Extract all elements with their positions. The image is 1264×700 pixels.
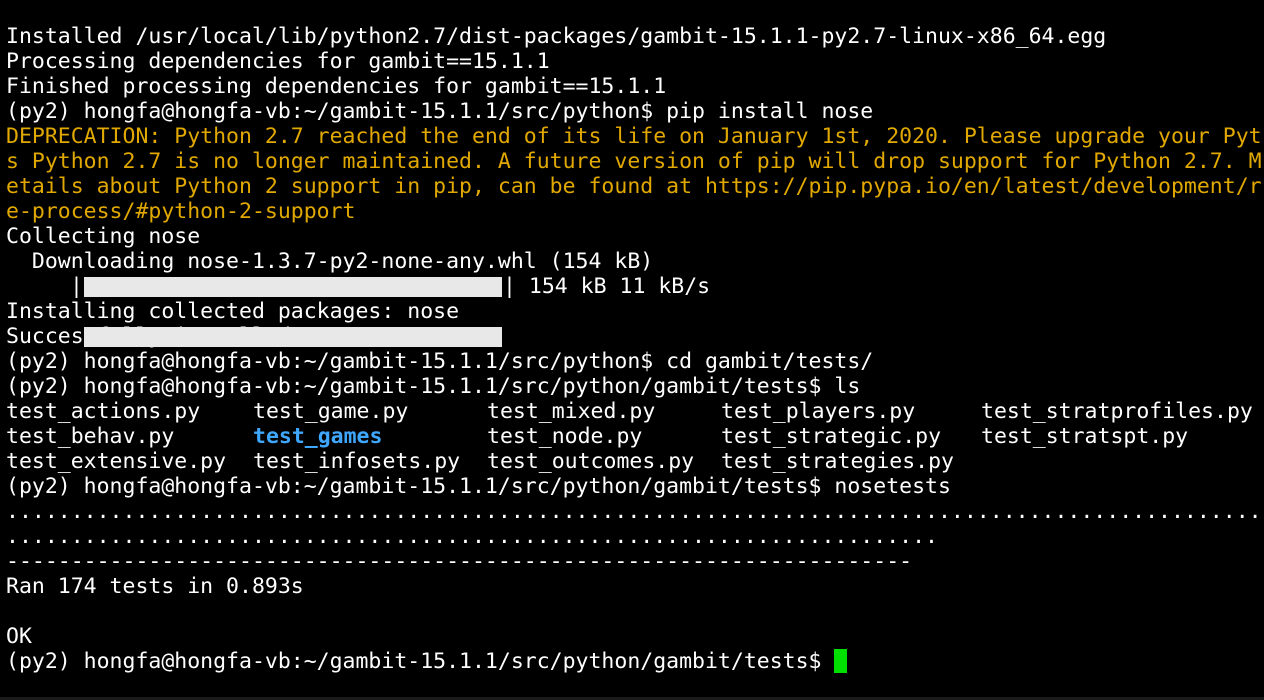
test-progress-dots: ........................................… bbox=[6, 499, 1262, 524]
test-summary: Ran 174 tests in 0.893s bbox=[6, 574, 304, 599]
terminal-cursor[interactable] bbox=[834, 649, 848, 673]
output-line: Collecting nose bbox=[6, 224, 201, 249]
output-line: Downloading nose-1.3.7-py2-none-any.whl … bbox=[6, 249, 654, 274]
download-progress-fill bbox=[84, 327, 502, 347]
file-entry: test_mixed.py bbox=[487, 399, 656, 424]
file-entry: test_stratspt.py bbox=[981, 424, 1189, 449]
ls-output-row: test_actions.py test_game.py test_mixed.… bbox=[6, 399, 1264, 424]
file-entry: test_strategic.py bbox=[721, 424, 942, 449]
file-entry: test_infosets.py bbox=[253, 449, 461, 474]
terminal-output[interactable]: Installed /usr/local/lib/python2.7/dist-… bbox=[6, 24, 1264, 696]
file-entry: test_behav.py bbox=[6, 424, 175, 449]
file-entry: test_extensive.py bbox=[6, 449, 227, 474]
ls-output-row: test_behav.py test_games test_node.py te… bbox=[6, 424, 1264, 449]
deprecation-warning-line: s Python 2.7 is no longer maintained. A … bbox=[6, 149, 1262, 174]
test-result: OK bbox=[6, 624, 32, 649]
file-entry: test_stratprofiles.py bbox=[981, 399, 1253, 424]
deprecation-warning-line: DEPRECATION: Python 2.7 reached the end … bbox=[6, 124, 1262, 149]
separator-line: ----------------------------------------… bbox=[6, 549, 913, 574]
file-entry: test_players.py bbox=[721, 399, 916, 424]
ls-output-row: test_extensive.py test_infosets.py test_… bbox=[6, 449, 1264, 474]
file-entry: test_strategies.py bbox=[721, 449, 954, 474]
download-progress-bar bbox=[84, 277, 502, 347]
output-line: Finished processing dependencies for gam… bbox=[6, 74, 667, 99]
file-entry: test_outcomes.py bbox=[487, 449, 695, 474]
file-entry: test_actions.py bbox=[6, 399, 201, 424]
current-prompt-line[interactable]: (py2) hongfa@hongfa-vb:~/gambit-15.1.1/s… bbox=[6, 649, 1264, 674]
deprecation-warning-line: e-process/#python-2-support bbox=[6, 199, 356, 224]
output-line: Processing dependencies for gambit==15.1… bbox=[6, 49, 550, 74]
deprecation-warning-line: etails about Python 2 support in pip, ca… bbox=[6, 174, 1262, 199]
progress-bar-left-edge: | bbox=[70, 274, 83, 299]
prompt-line: (py2) hongfa@hongfa-vb:~/gambit-15.1.1/s… bbox=[6, 99, 874, 124]
output-line: Installed /usr/local/lib/python2.7/dist-… bbox=[6, 24, 1107, 49]
progress-stats: | 154 kB 11 kB/s bbox=[503, 274, 711, 299]
file-entry: test_game.py bbox=[253, 399, 409, 424]
file-entry: test_node.py bbox=[487, 424, 643, 449]
prompt-line: (py2) hongfa@hongfa-vb:~/gambit-15.1.1/s… bbox=[6, 474, 951, 499]
current-prompt: (py2) hongfa@hongfa-vb:~/gambit-15.1.1/s… bbox=[6, 649, 835, 674]
test-progress-dots: ........................................… bbox=[6, 524, 938, 549]
download-progress-line: | | 154 kB 11 kB/s bbox=[6, 274, 1264, 347]
directory-entry: test_games bbox=[253, 424, 383, 449]
